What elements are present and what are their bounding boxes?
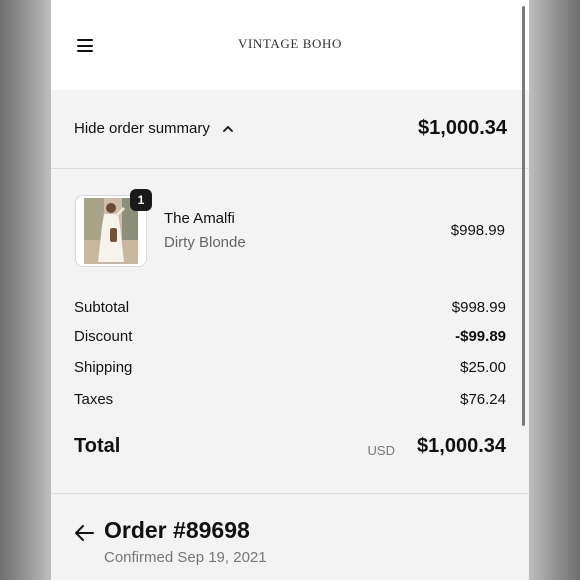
- discount-row: Discount -$99.89: [74, 328, 506, 348]
- product-name: The Amalfi: [164, 210, 235, 227]
- order-title: Order #89698: [104, 517, 250, 543]
- shipping-row: Shipping $25.00: [74, 359, 506, 379]
- header: VINTAGE BOHO: [51, 0, 529, 90]
- checkout-screen: VINTAGE BOHO Hide order summary $1,000.3…: [51, 0, 529, 580]
- product-variant: Dirty Blonde: [164, 234, 246, 251]
- order-summary-toggle-bar[interactable]: Hide order summary $1,000.34: [51, 90, 529, 169]
- taxes-value: $76.24: [460, 391, 506, 408]
- hide-order-summary-button[interactable]: Hide order summary: [74, 120, 234, 137]
- total-label: Total: [74, 435, 121, 457]
- order-confirmed-date: Confirmed Sep 19, 2021: [104, 549, 267, 566]
- discount-label: Discount: [74, 328, 133, 345]
- subtotal-label: Subtotal: [74, 299, 130, 316]
- subtotal-row: Subtotal $998.99: [74, 299, 506, 319]
- brand-logo[interactable]: VINTAGE BOHO: [51, 36, 529, 52]
- shipping-value: $25.00: [460, 359, 506, 376]
- taxes-row: Taxes $76.24: [74, 391, 506, 411]
- section-divider: [51, 493, 529, 494]
- taxes-label: Taxes: [74, 391, 114, 408]
- discount-value: -$99.89: [455, 328, 506, 345]
- scrollbar[interactable]: [522, 6, 525, 426]
- total-row: Total USD $1,000.34: [74, 435, 506, 465]
- summary-total: $1,000.34: [418, 117, 507, 139]
- order-summary-toggle-label: Hide order summary: [74, 120, 210, 137]
- chevron-up-icon: [222, 125, 233, 132]
- total-value: $1,000.34: [417, 435, 506, 457]
- total-currency: USD: [367, 443, 395, 458]
- product-price: $998.99: [450, 222, 505, 239]
- subtotal-value: $998.99: [451, 299, 506, 316]
- quantity-badge: 1: [130, 189, 152, 211]
- arrow-left-icon[interactable]: [74, 524, 94, 542]
- shipping-label: Shipping: [74, 359, 133, 376]
- cart-line-item: 1 The Amalfi Dirty Blonde $998.99: [51, 170, 529, 285]
